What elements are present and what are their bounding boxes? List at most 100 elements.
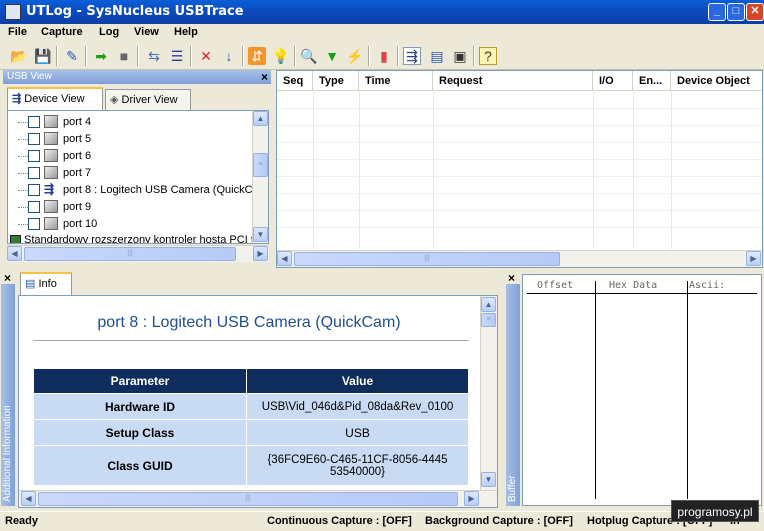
col-seq[interactable]: Seq xyxy=(277,71,313,91)
info-panel: × Additional Information ▤ Info port 8 :… xyxy=(0,270,502,508)
filter-sort-icon[interactable]: ⇵ xyxy=(248,47,266,65)
usb-view-close-icon[interactable]: × xyxy=(261,70,268,84)
close-button[interactable]: ✕ xyxy=(746,3,764,21)
list-icon[interactable]: ☰ xyxy=(168,47,186,65)
stop-capture-icon[interactable]: ■ xyxy=(115,47,133,65)
driver-icon: ◈ xyxy=(110,94,119,106)
port-checkbox[interactable] xyxy=(28,201,40,213)
scroll-down-icon[interactable]: ↓ xyxy=(220,47,238,65)
pause-icon[interactable]: ⇆ xyxy=(145,47,163,65)
toolbar: 📂 💾 ✎ ➡ ■ ⇆ ☰ ✕ ↓ ⇵ 💡 🔍 ▼ ⚡ ▮ ⇶ ▤ ▣ ? xyxy=(0,42,764,70)
menu-log[interactable]: Log xyxy=(99,26,119,38)
tree-item-port9[interactable]: port 9 xyxy=(8,199,248,216)
scroll-right-icon[interactable]: ▶ xyxy=(253,246,268,261)
scroll-up-icon[interactable]: ▲ xyxy=(481,297,496,312)
th-value: Value xyxy=(246,368,469,394)
port-checkbox[interactable] xyxy=(28,133,40,145)
menu-capture[interactable]: Capture xyxy=(41,26,83,38)
port-icon xyxy=(44,149,58,162)
buffer-side-label: Buffer xyxy=(507,475,518,503)
hscroll-thumb[interactable]: ||| xyxy=(38,492,458,506)
tree-item-port8[interactable]: ⇶ port 8 : Logitech USB Camera (QuickCa xyxy=(8,182,253,199)
maximize-button[interactable]: □ xyxy=(727,3,745,21)
tab-driver-view[interactable]: ◈ Driver View xyxy=(105,89,191,110)
buffer-col-offset: Offset xyxy=(537,280,574,291)
port-checkbox[interactable] xyxy=(28,150,40,162)
col-endpoint[interactable]: En... xyxy=(633,71,671,91)
col-time[interactable]: Time xyxy=(359,71,433,91)
document-icon[interactable]: ▤ xyxy=(428,47,446,65)
usb-view-title: USB View xyxy=(3,70,271,84)
port-checkbox[interactable] xyxy=(28,116,40,128)
menu-view[interactable]: View xyxy=(134,26,159,38)
col-io[interactable]: I/O xyxy=(593,71,633,91)
minimize-button[interactable]: _ xyxy=(708,3,726,21)
tree-item-port10[interactable]: port 10 xyxy=(8,216,248,233)
hscroll-thumb[interactable]: ||| xyxy=(294,252,560,266)
port-checkbox[interactable] xyxy=(28,167,40,179)
value-cell: USB xyxy=(246,419,469,446)
filter-icon[interactable]: ▼ xyxy=(323,47,341,65)
tree-scrollbar[interactable]: ▲ ≡ ▼ xyxy=(252,111,268,243)
help-icon[interactable]: ? xyxy=(479,47,497,65)
scroll-thumb[interactable]: ≡ xyxy=(481,313,496,327)
port-label: port 8 : Logitech USB Camera (QuickCa xyxy=(63,184,253,196)
bulb-icon[interactable]: 💡 xyxy=(272,47,290,65)
tree-item-port7[interactable]: port 7 xyxy=(8,165,248,182)
open-icon[interactable]: 📂 xyxy=(10,47,28,65)
usb-view-icon[interactable]: ⇶ xyxy=(403,47,421,65)
scroll-left-icon[interactable]: ◀ xyxy=(21,491,36,506)
tab-device-view[interactable]: ⇶ Device View xyxy=(7,87,103,110)
clear-icon[interactable]: ✕ xyxy=(197,47,215,65)
tree-item-port6[interactable]: port 6 xyxy=(8,148,248,165)
hscroll-thumb[interactable]: ||| xyxy=(24,247,236,261)
statistics-icon[interactable]: ▮ xyxy=(375,47,393,65)
port-label: port 7 xyxy=(63,167,92,179)
buffer-divider xyxy=(687,281,688,499)
port-checkbox[interactable] xyxy=(28,218,40,230)
request-list: Seq Type Time Request I/O En... Device O… xyxy=(276,70,763,268)
port-checkbox[interactable] xyxy=(28,184,40,196)
port-icon xyxy=(44,217,58,230)
scroll-right-icon[interactable]: ▶ xyxy=(464,491,479,506)
info-hscrollbar[interactable]: ◀ ||| ▶ xyxy=(19,490,497,507)
port-label: port 5 xyxy=(63,133,92,145)
info-tab-icon: ▤ xyxy=(25,278,36,290)
request-hscrollbar[interactable]: ◀ ||| ▶ xyxy=(277,250,762,267)
port-icon xyxy=(44,132,58,145)
scroll-left-icon[interactable]: ◀ xyxy=(7,246,22,261)
col-device-object[interactable]: Device Object xyxy=(671,71,762,91)
buffer-view: Offset Hex Data Ascii: xyxy=(522,274,762,506)
info-close-icon[interactable]: × xyxy=(4,271,11,285)
edit-icon[interactable]: ✎ xyxy=(63,47,81,65)
tree-hscrollbar[interactable]: ◀ ||| ▶ xyxy=(7,245,269,262)
toolbar-separator xyxy=(473,46,475,66)
col-type[interactable]: Type xyxy=(313,71,359,91)
info-scrollbar[interactable]: ▲ ≡ ▼ xyxy=(480,296,497,490)
col-request[interactable]: Request xyxy=(433,71,593,91)
trigger-icon[interactable]: ⚡ xyxy=(346,47,364,65)
buffer-close-icon[interactable]: × xyxy=(508,271,515,285)
scroll-up-icon[interactable]: ▲ xyxy=(253,111,268,126)
binary-icon[interactable]: ▣ xyxy=(451,47,469,65)
scroll-right-icon[interactable]: ▶ xyxy=(746,251,761,266)
scroll-thumb[interactable]: ≡ xyxy=(253,153,268,177)
param-cell: Hardware ID xyxy=(33,393,247,420)
save-icon[interactable]: 💾 xyxy=(34,47,52,65)
scroll-down-icon[interactable]: ▼ xyxy=(253,227,268,242)
status-ready: Ready xyxy=(5,515,39,527)
scroll-down-icon[interactable]: ▼ xyxy=(481,472,496,487)
param-cell: Setup Class xyxy=(33,419,247,446)
menu-help[interactable]: Help xyxy=(174,26,198,38)
tree-item-controller[interactable]: Standardowy rozszerzony kontroler hosta … xyxy=(8,232,253,244)
tree-item-port4[interactable]: port 4 xyxy=(8,114,248,131)
controller-label: Standardowy rozszerzony kontroler hosta … xyxy=(24,234,253,244)
tree-item-port5[interactable]: port 5 xyxy=(8,131,248,148)
tab-info[interactable]: ▤ Info xyxy=(20,272,72,295)
find-icon[interactable]: 🔍 xyxy=(300,47,318,65)
start-capture-icon[interactable]: ➡ xyxy=(92,47,110,65)
tab-device-view-label: Device View xyxy=(24,93,85,105)
toolbar-separator xyxy=(242,46,244,66)
scroll-left-icon[interactable]: ◀ xyxy=(277,251,292,266)
menu-file[interactable]: File xyxy=(8,26,27,38)
